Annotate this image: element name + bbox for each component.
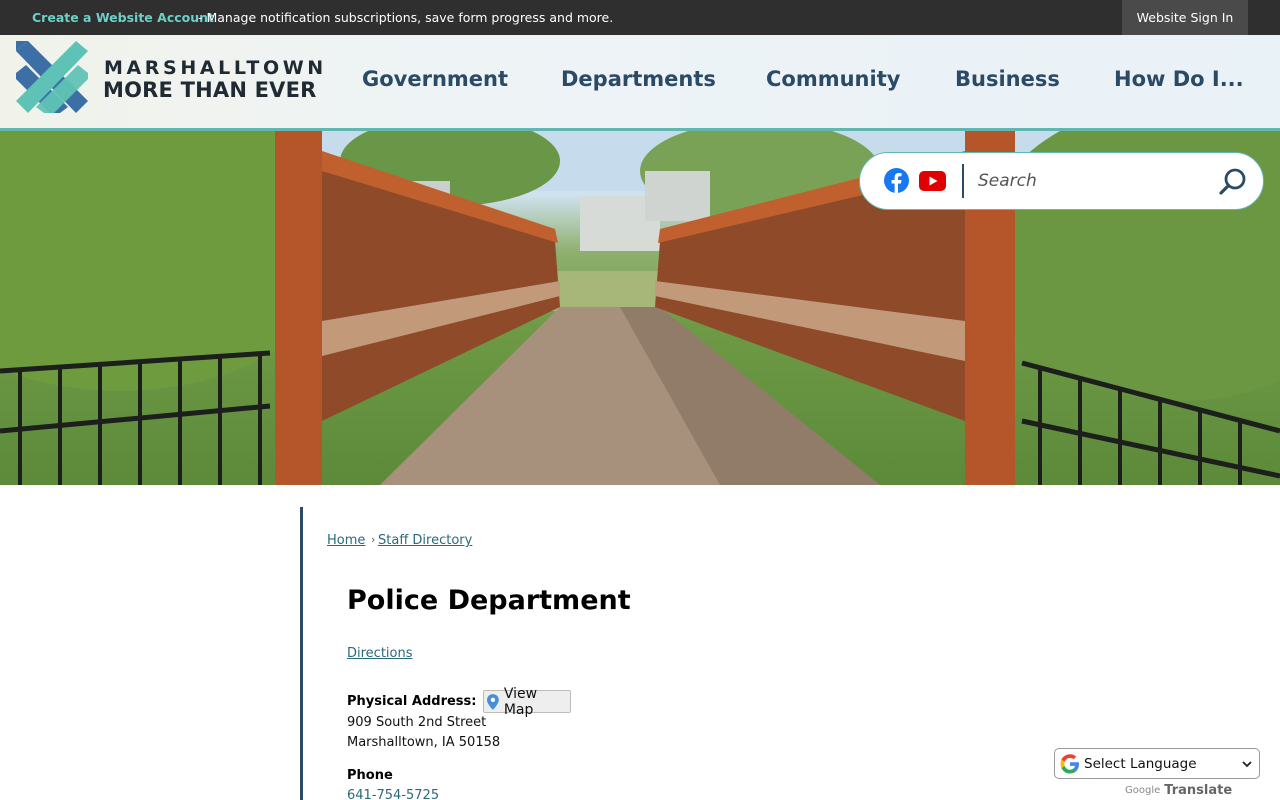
google-g-icon: [1060, 753, 1079, 773]
facebook-icon[interactable]: [884, 168, 909, 193]
logo-text-tagline[interactable]: MORE THAN EVER: [103, 78, 317, 102]
nav-how-do-i[interactable]: How Do I...: [1114, 67, 1244, 91]
page-title: Police Department: [347, 585, 631, 616]
breadcrumb-staff-directory[interactable]: Staff Directory: [378, 533, 472, 548]
physical-address-label: Physical Address:: [347, 694, 477, 709]
create-account-link[interactable]: Create a Website Account: [32, 10, 214, 25]
nav-departments[interactable]: Departments: [561, 67, 716, 91]
phone-label: Phone: [347, 768, 393, 783]
search-input[interactable]: [978, 166, 1208, 196]
language-select[interactable]: Select Language: [1054, 748, 1260, 779]
chevron-down-icon: [1242, 761, 1252, 768]
nav-government[interactable]: Government: [362, 67, 508, 91]
address-line-2: Marshalltown, IA 50158: [347, 735, 501, 750]
breadcrumb-separator: ›: [371, 533, 376, 546]
view-map-button[interactable]: View Map: [483, 686, 571, 718]
view-map-label: View Map: [503, 685, 538, 718]
address-line-1: 909 South 2nd Street: [347, 715, 487, 730]
powered-by-google-translate[interactable]: Google Translate: [1125, 783, 1232, 798]
marshalltown-logo-icon[interactable]: [16, 41, 88, 113]
phone-link[interactable]: 641-754-5725: [347, 788, 439, 800]
top-bar-description: - Manage notification subscriptions, sav…: [198, 10, 614, 25]
search-icon[interactable]: [1218, 167, 1248, 197]
nav-business[interactable]: Business: [955, 67, 1060, 91]
youtube-icon[interactable]: [919, 171, 946, 191]
sign-in-button[interactable]: Website Sign In: [1122, 0, 1248, 35]
nav-community[interactable]: Community: [766, 67, 900, 91]
google-wordmark: Google: [1125, 785, 1161, 796]
translate-wordmark: Translate: [1164, 783, 1233, 798]
logo-text-city[interactable]: MARSHALLTOWN: [104, 57, 327, 79]
language-select-label: Select Language: [1084, 755, 1197, 772]
content-left-rule: [300, 507, 303, 800]
breadcrumb-home[interactable]: Home: [327, 533, 365, 548]
directions-link[interactable]: Directions: [347, 646, 413, 661]
map-pin-icon: [487, 693, 499, 710]
search-divider: [962, 164, 964, 198]
top-bar: Create a Website Account - Manage notifi…: [0, 0, 1280, 35]
